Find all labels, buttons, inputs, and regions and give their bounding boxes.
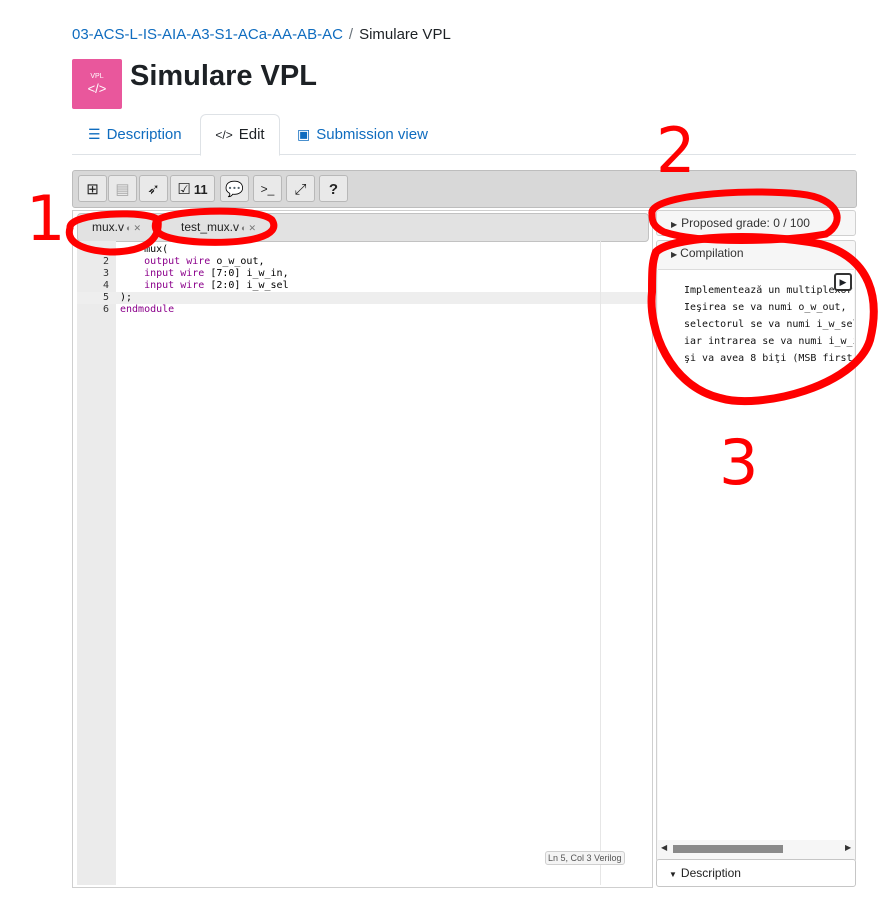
annotation-circle-2 — [151, 207, 278, 246]
annotation-label-3: 3 — [719, 426, 759, 499]
annotation-label-1: 1 — [26, 182, 66, 255]
annotation-circle-compilation — [647, 233, 878, 405]
annotation-label-2: 2 — [656, 114, 696, 187]
annotation-circle-1 — [65, 210, 162, 256]
